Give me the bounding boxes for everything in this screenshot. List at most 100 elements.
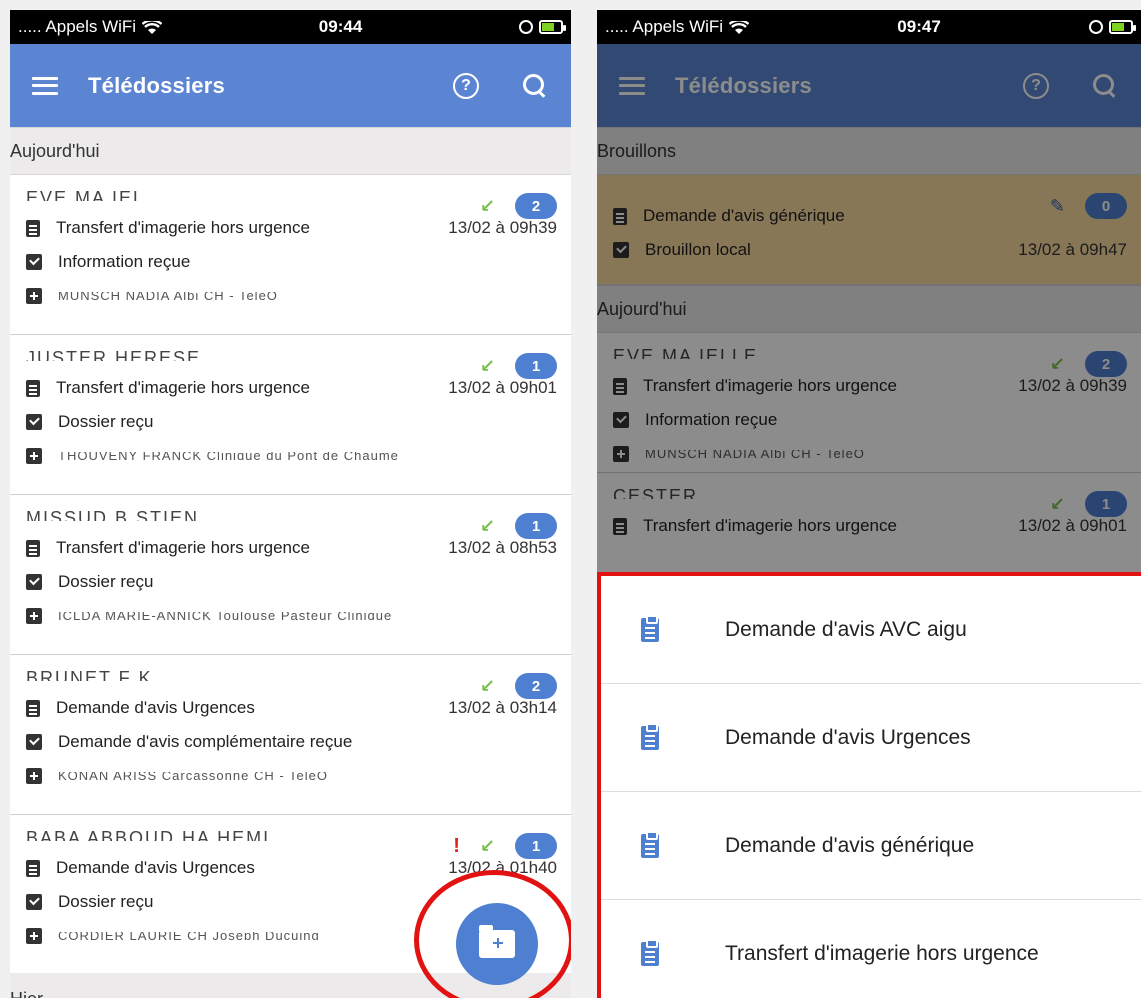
plus-icon	[26, 448, 42, 464]
document-icon	[26, 219, 40, 237]
document-icon	[26, 539, 40, 557]
sheet-option[interactable]: Demande d'avis AVC aigu	[601, 576, 1141, 684]
new-record-fab[interactable]	[456, 903, 538, 985]
plus-icon	[26, 608, 42, 624]
sheet-option-label: Demande d'avis AVC aigu	[725, 617, 967, 641]
section-header-today: Aujourd'hui	[597, 285, 1141, 333]
record-sender: ICLDA MARIE-ANNICK Toulouse Pasteur Clin…	[58, 612, 393, 620]
patient-name: MISSUD B STIEN	[26, 511, 200, 521]
menu-icon[interactable]	[619, 76, 645, 95]
record-status: Dossier reçu	[58, 412, 154, 431]
folder-plus-icon	[479, 925, 515, 958]
status-bar: ..... Appels WiFi 09:47	[597, 10, 1141, 44]
patient-name: EVE MA IEL	[26, 191, 146, 201]
plus-icon	[26, 928, 42, 944]
record-type: Transfert d'imagerie hors urgence	[643, 376, 897, 395]
battery-icon	[538, 20, 566, 34]
sheet-option-label: Transfert d'imagerie hors urgence	[725, 942, 1039, 965]
record-type: Transfert d'imagerie hors urgence	[56, 218, 310, 237]
plus-icon	[613, 446, 629, 462]
search-icon[interactable]	[1093, 73, 1117, 98]
page-title: Télédossiers	[88, 72, 225, 98]
record-status: Information reçue	[645, 410, 778, 429]
list-item[interactable]: ↙ 1 MISSUD B STIEN Transfert d'imagerie hor…	[10, 495, 571, 655]
list-item[interactable]: ↙ 2 EVE MA IEL Transfert d'imagerie hors ur…	[10, 175, 571, 335]
clipboard-icon	[641, 939, 659, 966]
list-item[interactable]: ↙ 1 JUSTER HERESE Transfert d'imagerie hors…	[10, 335, 571, 495]
wifi-icon	[728, 19, 750, 34]
status-time: 09:44	[318, 17, 363, 36]
record-type: Transfert d'imagerie hors urgence	[56, 378, 310, 397]
sheet-option-label: Demande d'avis Urgences	[725, 725, 971, 749]
list-item[interactable]: ↙ 1 CESTER Transfert d'imagerie hors urgen…	[597, 473, 1141, 573]
record-type: Transfert d'imagerie hors urgence	[56, 538, 310, 557]
check-icon	[613, 412, 629, 428]
patient-name: BRUNET F K	[26, 671, 153, 681]
help-icon[interactable]: ?	[1023, 72, 1049, 99]
app-bar: Télédossiers ?	[10, 44, 571, 127]
record-type: Demande d'avis Urgences	[56, 858, 255, 877]
clipboard-icon	[641, 614, 659, 642]
carrier-label: ..... Appels WiFi	[605, 17, 724, 36]
record-sender: MUNSCH NADIA Albi CH - TeleO	[58, 292, 278, 300]
record-date: 13/02 à 09h01	[1018, 516, 1127, 535]
record-status: Demande d'avis complémentaire reçue	[58, 732, 353, 751]
clipboard-icon	[641, 830, 659, 858]
orientation-lock-icon	[1088, 20, 1103, 34]
menu-icon[interactable]	[32, 76, 58, 95]
document-icon	[26, 699, 40, 717]
record-date: 13/02 à 09h39	[448, 218, 557, 237]
record-date: 13/02 à 01h40	[448, 858, 557, 877]
sheet-option[interactable]: Transfert d'imagerie hors urgence	[601, 900, 1141, 998]
patient-name: CESTER	[613, 489, 699, 499]
sheet-option-label: Demande d'avis générique	[725, 833, 975, 857]
status-bar: ..... Appels WiFi 09:44	[10, 10, 571, 44]
list-item[interactable]: ↙ 2 BRUNET F K Demande d'avis Urgences 13/02…	[10, 655, 571, 815]
record-status: Dossier reçu	[58, 572, 154, 591]
carrier-label: ..... Appels WiFi	[18, 17, 137, 36]
phone-left: ..... Appels WiFi 09:44 Télédossiers ? A…	[10, 10, 571, 998]
status-time: 09:47	[897, 17, 941, 36]
record-date: 13/02 à 09h47	[1018, 240, 1127, 259]
clipboard-icon	[641, 722, 659, 750]
record-date: 13/02 à 09h39	[1018, 376, 1127, 395]
document-icon	[26, 859, 40, 877]
page-title: Télédossiers	[675, 72, 812, 98]
section-header-drafts: Brouillons	[597, 127, 1141, 175]
document-icon	[26, 379, 40, 397]
patient-name: JUSTER HERESE	[26, 351, 202, 361]
record-sender: KONAN ARISS Carcassonne CH - TeleO	[58, 772, 329, 780]
record-status: Information reçue	[58, 252, 191, 271]
search-icon[interactable]	[523, 73, 547, 98]
check-icon	[26, 894, 42, 910]
plus-icon	[26, 288, 42, 304]
draft-item[interactable]: ✎ 0 Demande d'avis générique Brouillon lo…	[597, 175, 1141, 285]
plus-icon	[26, 768, 42, 784]
sheet-option[interactable]: Demande d'avis générique	[601, 792, 1141, 900]
check-icon	[26, 414, 42, 430]
record-date: 13/02 à 09h01	[448, 378, 557, 397]
pencil-icon: ✎	[1049, 195, 1065, 216]
app-bar: Télédossiers ?	[597, 44, 1141, 127]
list-item[interactable]: ↙ 2 EVE MA IELLE Transfert d'imagerie hors …	[597, 333, 1141, 473]
check-icon	[613, 242, 629, 258]
sheet-option[interactable]: Demande d'avis Urgences	[601, 684, 1141, 792]
record-sender: THOUVENY FRANCK Clinique du Pont de Chau…	[58, 452, 399, 460]
patient-name: EVE MA IELLE	[613, 349, 759, 359]
record-date: 13/02 à 08h53	[448, 538, 557, 557]
document-icon	[613, 207, 627, 225]
check-icon	[26, 574, 42, 590]
section-header-today: Aujourd'hui	[10, 127, 571, 175]
patient-name: BABA ABBOUD HA HEMI	[26, 831, 271, 841]
record-sender: MUNSCH NADIA Albi CH - TeleO	[645, 450, 865, 458]
check-icon	[26, 254, 42, 270]
document-icon	[613, 377, 627, 395]
phone-right: ..... Appels WiFi 09:47 Télédossiers ? B…	[597, 10, 1141, 998]
document-icon	[613, 517, 627, 535]
record-status: Brouillon local	[645, 240, 751, 259]
record-date: 13/02 à 03h14	[448, 698, 557, 717]
check-icon	[26, 734, 42, 750]
help-icon[interactable]: ?	[453, 72, 479, 99]
count-badge: 0	[1085, 193, 1127, 219]
battery-icon	[1108, 20, 1136, 34]
